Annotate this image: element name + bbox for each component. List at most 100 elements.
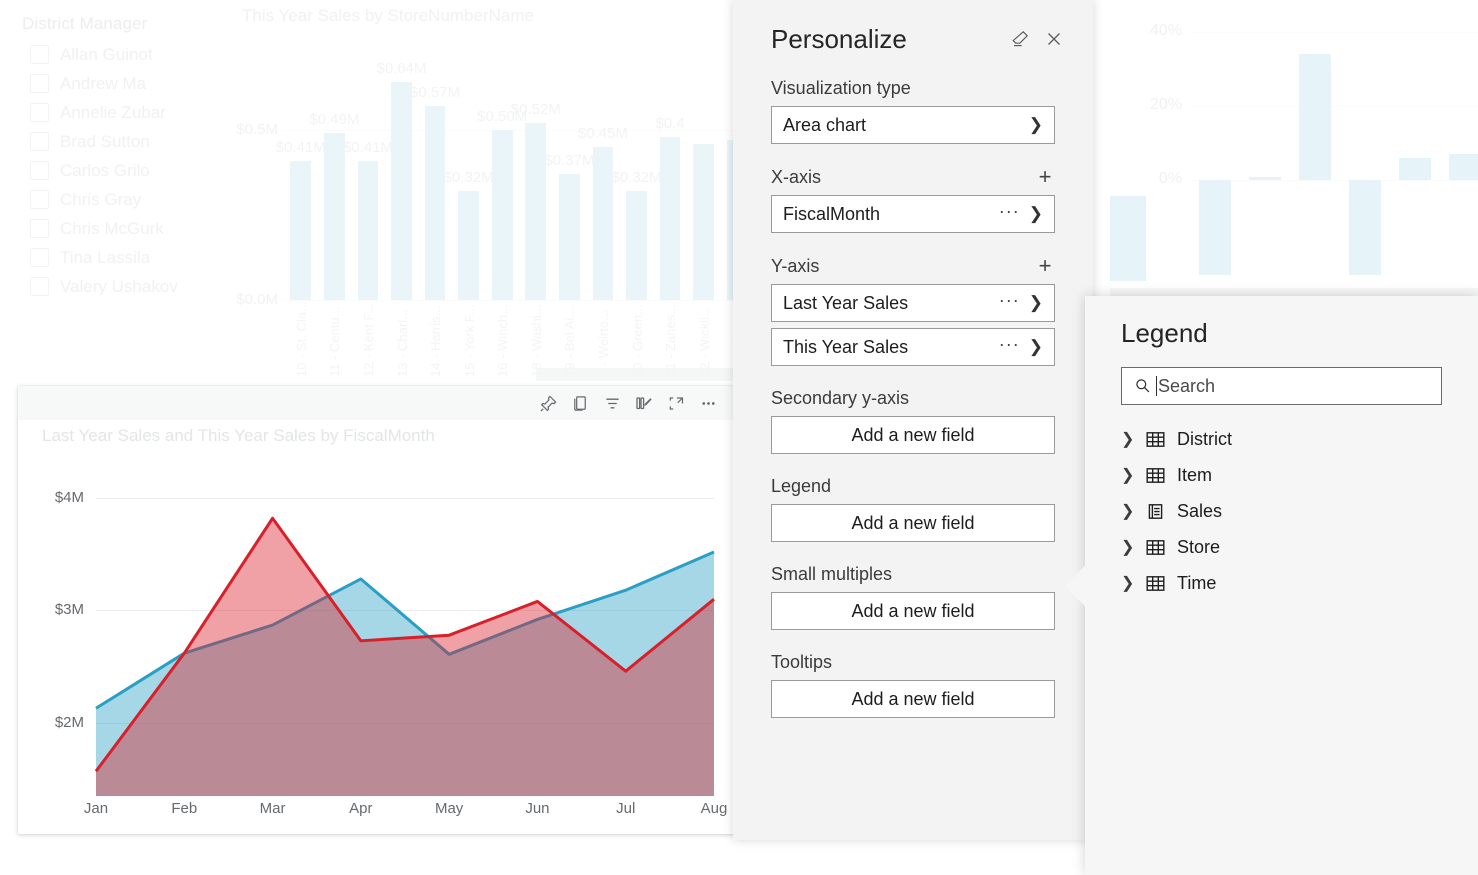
bar[interactable] — [1299, 54, 1331, 180]
bar[interactable] — [357, 160, 379, 300]
percent-column-chart[interactable]: 0% 20% 40% — [1110, 0, 1478, 300]
checkbox-icon[interactable] — [30, 103, 49, 122]
visual-title: Last Year Sales and This Year Sales by F… — [42, 426, 435, 445]
bar[interactable] — [1449, 153, 1478, 180]
add-x-axis-field-icon[interactable]: + — [1035, 166, 1055, 188]
slicer-item-tina-lassila[interactable]: Tina Lassila — [0, 243, 250, 272]
checkbox-icon[interactable] — [30, 219, 49, 238]
checkbox-icon[interactable] — [30, 161, 49, 180]
tree-item-item[interactable]: ❯ Item — [1121, 457, 1478, 493]
section-secondary-y-axis: Secondary y-axis — [771, 388, 1055, 409]
bar[interactable] — [323, 133, 345, 300]
bar[interactable] — [391, 82, 412, 300]
data-label: $0.49M — [309, 111, 360, 129]
bar[interactable] — [458, 191, 480, 300]
x-axis-tick-label: 19 - Bel Ai... — [562, 306, 578, 377]
data-label: $0.57M — [410, 84, 461, 102]
tree-item-store[interactable]: ❯ Store — [1121, 529, 1478, 565]
bar[interactable] — [290, 160, 312, 300]
checkbox-icon[interactable] — [30, 277, 49, 296]
slicer-item-valery-ushakov[interactable]: Valery Ushakov — [0, 272, 250, 301]
add-small-multiples-field-button[interactable]: Add a new field — [771, 592, 1055, 630]
add-secondary-y-axis-field-button[interactable]: Add a new field — [771, 416, 1055, 454]
store-sales-column-chart[interactable]: This Year Sales by StoreNumberName $0.0M… — [228, 0, 748, 390]
y-axis-tick-label: 0% — [1158, 169, 1182, 187]
field-this-year-sales[interactable]: This Year Sales ··· ❯ — [771, 328, 1055, 366]
slicer-item-andrew-ma[interactable]: Andrew Ma — [0, 69, 250, 98]
bar[interactable] — [525, 123, 547, 300]
field-more-options-icon[interactable]: ··· — [999, 335, 1029, 356]
field-more-options-icon[interactable]: ··· — [999, 202, 1029, 223]
chevron-right-icon[interactable]: ❯ — [1029, 293, 1046, 313]
slicer-item-annelie-zubar[interactable]: Annelie Zubar — [0, 98, 250, 127]
x-axis-tick-label: Aug — [700, 800, 728, 817]
bar[interactable] — [659, 136, 681, 300]
area-chart-visual[interactable]: Last Year Sales and This Year Sales by F… — [18, 386, 736, 834]
x-axis-tick-label: Apr — [349, 800, 373, 817]
checkbox-icon[interactable] — [30, 74, 49, 93]
bar[interactable] — [424, 106, 446, 300]
eraser-icon[interactable] — [1003, 22, 1037, 56]
add-legend-field-button[interactable]: Add a new field — [771, 504, 1055, 542]
slicer-item-allan-guinot[interactable]: Allan Guinot — [0, 40, 250, 69]
checkbox-icon[interactable] — [30, 45, 49, 64]
legend-field-picker-flyout[interactable]: Legend Search ❯ District ❯ Item ❯ Sales … — [1064, 296, 1478, 875]
data-label: $0.41M — [342, 138, 393, 156]
slicer-item-chris-mcgurk[interactable]: Chris McGurk — [0, 214, 250, 243]
chevron-right-icon[interactable]: ❯ — [1121, 573, 1143, 593]
tree-item-sales[interactable]: ❯ Sales — [1121, 493, 1478, 529]
chevron-right-icon[interactable]: ❯ — [1121, 537, 1143, 557]
checkbox-icon[interactable] — [30, 132, 49, 151]
slicer-item-carlos-grilo[interactable]: Carlos Grilo — [0, 156, 250, 185]
area-series-group — [94, 516, 715, 796]
chevron-right-icon[interactable]: ❯ — [1121, 429, 1143, 449]
chevron-right-icon[interactable]: ❯ — [1029, 204, 1046, 224]
more-options-icon[interactable] — [692, 388, 724, 418]
tree-item-time[interactable]: ❯ Time — [1121, 565, 1478, 601]
chevron-right-icon[interactable]: ❯ — [1121, 501, 1143, 521]
close-icon[interactable] — [1037, 22, 1071, 56]
checkbox-icon[interactable] — [30, 248, 49, 267]
district-manager-slicer[interactable]: District Manager Allan Guinot Andrew Ma … — [0, 6, 250, 301]
bar[interactable] — [626, 191, 647, 300]
bar[interactable] — [1199, 179, 1231, 276]
bar[interactable] — [1249, 177, 1281, 180]
add-tooltips-field-button[interactable]: Add a new field — [771, 680, 1055, 718]
bar-chart-plot: $0.0M $0.5M $0.41M $0.49M $0.41M $0.64M $0.57M… — [236, 60, 748, 308]
section-label: Tooltips — [771, 652, 833, 672]
add-y-axis-field-icon[interactable]: + — [1035, 255, 1055, 277]
bar[interactable] — [592, 147, 614, 300]
data-label: $0.32M — [611, 169, 662, 187]
bar[interactable] — [558, 174, 580, 300]
data-label: $0.45M — [577, 125, 628, 142]
area-chart-plot[interactable]: $2M $3M $4M Jan Feb Mar Apr May Jun Jul Aug — [55, 489, 728, 817]
slicer-item-brad-sutton[interactable]: Brad Sutton — [0, 127, 250, 156]
bar[interactable] — [491, 130, 513, 300]
data-label: $0.4 — [655, 114, 685, 132]
copy-icon[interactable] — [564, 388, 596, 418]
bar[interactable] — [693, 143, 715, 300]
field-visualization-type[interactable]: Area chart ❯ — [771, 106, 1055, 144]
search-input[interactable]: Search — [1121, 367, 1442, 405]
section-y-axis: Y-axis + — [771, 255, 1055, 277]
section-label: Small multiples — [771, 564, 893, 584]
tree-item-district[interactable]: ❯ District — [1121, 421, 1478, 457]
field-fiscalmonth[interactable]: FiscalMonth ··· ❯ — [771, 195, 1055, 233]
filter-icon[interactable] — [596, 388, 628, 418]
pin-icon[interactable] — [532, 388, 564, 418]
chevron-right-icon[interactable]: ❯ — [1029, 115, 1046, 135]
field-last-year-sales[interactable]: Last Year Sales ··· ❯ — [771, 284, 1055, 322]
bar[interactable] — [1399, 157, 1431, 180]
slicer-item-chris-gray[interactable]: Chris Gray — [0, 185, 250, 214]
personalize-icon[interactable] — [628, 388, 660, 418]
focus-icon[interactable] — [660, 388, 692, 418]
personalize-pane[interactable]: Personalize Visualization type Area char… — [733, 0, 1093, 840]
bar[interactable] — [1349, 179, 1381, 276]
slicer-item-label: Chris Gray — [60, 189, 142, 209]
chevron-right-icon[interactable]: ❯ — [1121, 465, 1143, 485]
checkbox-icon[interactable] — [30, 190, 49, 209]
field-more-options-icon[interactable]: ··· — [999, 291, 1029, 312]
y-axis-tick-label: 20% — [1149, 96, 1182, 113]
y-axis-tick-label: $4M — [54, 489, 84, 506]
chevron-right-icon[interactable]: ❯ — [1029, 337, 1046, 357]
